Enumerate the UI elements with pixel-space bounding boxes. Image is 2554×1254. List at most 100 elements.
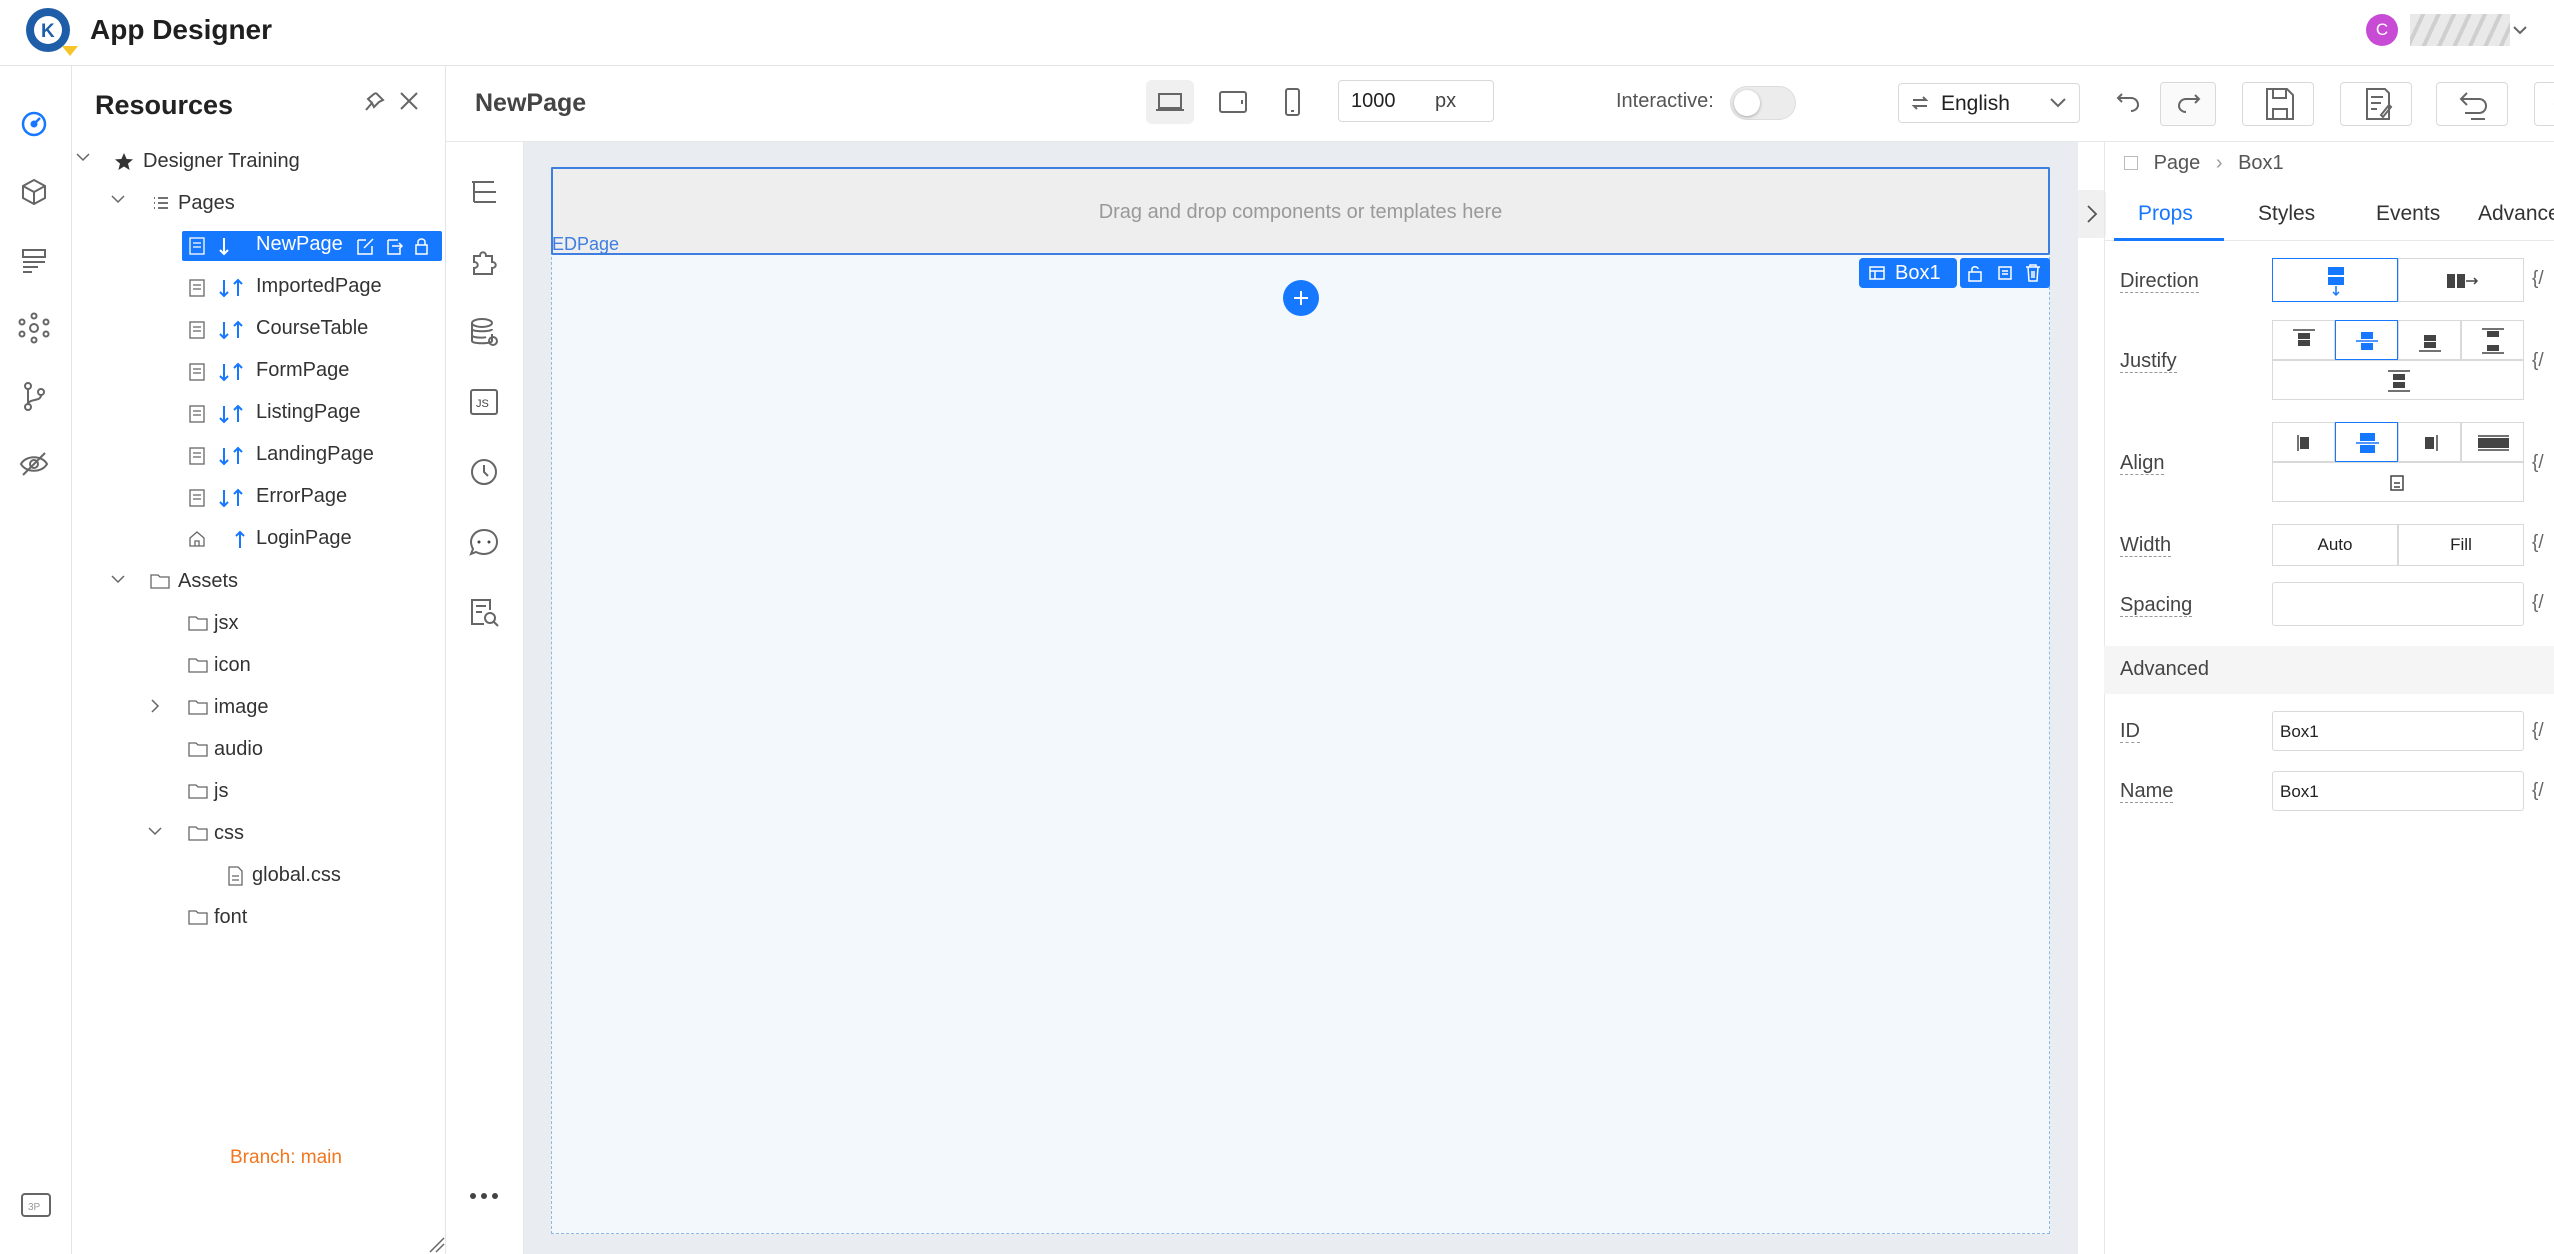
chat-bot-icon[interactable] <box>468 526 500 558</box>
cube-icon[interactable] <box>18 176 50 208</box>
expression-brace-icon[interactable]: {/ <box>2532 592 2544 614</box>
copy-icon[interactable] <box>1996 264 2014 282</box>
branch-icon[interactable] <box>18 380 50 412</box>
branch-label[interactable]: Branch: main <box>230 1147 342 1169</box>
box1-dropzone[interactable]: Drag and drop components or templates he… <box>551 167 2050 255</box>
page-sort-arrows-icon[interactable] <box>218 320 246 340</box>
expression-brace-icon[interactable]: {/ <box>2532 780 2544 802</box>
search-document-icon[interactable] <box>468 596 500 628</box>
tab-advance[interactable]: Advance <box>2478 202 2554 226</box>
justify-between-button[interactable] <box>2461 320 2524 360</box>
unlock-icon[interactable] <box>1966 264 1984 282</box>
name-input[interactable]: Box1 <box>2272 771 2524 811</box>
tree-page-newpage[interactable]: NewPage <box>256 233 343 256</box>
close-icon[interactable] <box>398 90 420 112</box>
page-sort-arrows-icon[interactable] <box>218 446 246 466</box>
tree-assets-folder[interactable]: Assets <box>178 570 238 593</box>
tree-asset-icon[interactable]: icon <box>214 654 251 677</box>
page-sort-arrows-icon[interactable] <box>218 488 246 508</box>
js-file-icon[interactable]: JS <box>468 386 500 418</box>
tree-asset-font[interactable]: font <box>214 906 247 929</box>
redo-button[interactable] <box>2160 82 2216 126</box>
expression-brace-icon[interactable]: {/ <box>2532 452 2544 474</box>
tree-asset-jsx[interactable]: jsx <box>214 612 238 635</box>
device-desktop-button[interactable] <box>1146 80 1194 124</box>
page-sort-arrows-icon[interactable] <box>234 530 246 550</box>
tree-asset-css[interactable]: css <box>214 822 244 845</box>
align-start-button[interactable] <box>2272 422 2335 462</box>
justify-end-button[interactable] <box>2398 320 2461 360</box>
justify-center-button[interactable] <box>2335 320 2398 360</box>
chevron-down-icon[interactable] <box>75 150 91 166</box>
chevron-down-icon[interactable] <box>110 572 126 588</box>
expression-brace-icon[interactable]: {/ <box>2532 532 2544 554</box>
tree-pages-folder[interactable]: Pages <box>178 192 235 215</box>
align-stretch-button[interactable] <box>2461 422 2524 462</box>
chevron-down-icon[interactable] <box>147 824 163 840</box>
dashboard-icon[interactable] <box>18 108 50 140</box>
chevron-down-icon[interactable] <box>2512 24 2528 36</box>
align-end-button[interactable] <box>2398 422 2461 462</box>
language-select[interactable]: English <box>1898 83 2080 123</box>
expression-brace-icon[interactable]: {/ <box>2532 350 2544 372</box>
edit-document-button[interactable] <box>2340 82 2412 126</box>
chevron-down-icon[interactable] <box>110 192 126 208</box>
page-sort-arrows-icon[interactable] <box>218 278 246 298</box>
chevron-right-icon[interactable] <box>147 698 163 714</box>
pin-icon[interactable] <box>362 90 386 114</box>
tree-page-landingpage[interactable]: LandingPage <box>256 443 374 466</box>
spacing-input[interactable] <box>2272 582 2524 626</box>
expression-brace-icon[interactable]: {/ <box>2532 268 2544 290</box>
align-center-button[interactable] <box>2335 422 2398 462</box>
collapse-panel-button[interactable] <box>2078 190 2106 238</box>
direction-vertical-button[interactable] <box>2272 258 2398 302</box>
database-icon[interactable] <box>468 316 500 348</box>
align-baseline-button[interactable] <box>2272 462 2524 502</box>
history-clock-icon[interactable] <box>468 456 500 488</box>
device-mobile-button[interactable] <box>1268 80 1316 124</box>
outline-tree-icon[interactable] <box>468 176 500 208</box>
resize-handle-icon[interactable] <box>426 1234 446 1254</box>
expression-brace-icon[interactable]: {/ <box>2532 720 2544 742</box>
tree-page-coursetable[interactable]: CourseTable <box>256 317 368 340</box>
device-tablet-button[interactable] <box>1208 80 1256 124</box>
network-icon[interactable] <box>18 312 50 344</box>
save-button[interactable] <box>2242 82 2314 126</box>
tree-page-importedpage[interactable]: ImportedPage <box>256 275 382 298</box>
tree-page-formpage[interactable]: FormPage <box>256 359 349 382</box>
page-canvas[interactable] <box>551 167 2050 1234</box>
direction-horizontal-button[interactable] <box>2398 258 2524 302</box>
list-icon[interactable] <box>18 244 50 276</box>
third-party-icon[interactable]: 3P <box>20 1192 52 1218</box>
page-sort-arrows-icon[interactable] <box>218 404 246 424</box>
width-auto-button[interactable]: Auto <box>2272 524 2398 566</box>
tab-events[interactable]: Events <box>2376 202 2440 226</box>
tab-props[interactable]: Props <box>2138 202 2193 226</box>
add-component-button[interactable] <box>1283 280 1319 316</box>
puzzle-icon[interactable] <box>468 246 500 278</box>
page-sort-arrows-icon[interactable] <box>218 362 246 382</box>
undo-icon[interactable] <box>2114 88 2142 114</box>
delete-icon[interactable] <box>2024 263 2042 283</box>
avatar[interactable]: C <box>2366 14 2398 46</box>
tab-styles[interactable]: Styles <box>2258 202 2315 226</box>
page-sort-arrows-icon[interactable] <box>218 236 246 256</box>
tree-file-global-css[interactable]: global.css <box>252 864 341 887</box>
tree-page-errorpage[interactable]: ErrorPage <box>256 485 347 508</box>
eye-off-icon[interactable] <box>18 448 50 480</box>
revert-button[interactable] <box>2436 82 2508 126</box>
tree-asset-audio[interactable]: audio <box>214 738 263 761</box>
tree-page-listingpage[interactable]: ListingPage <box>256 401 361 424</box>
breadcrumb-root[interactable]: Page <box>2154 152 2201 174</box>
user-name-redacted[interactable] <box>2410 14 2510 46</box>
more-icon[interactable] <box>468 1190 500 1202</box>
tree-asset-image[interactable]: image <box>214 696 268 719</box>
justify-around-button[interactable] <box>2272 360 2524 400</box>
tree-page-loginpage[interactable]: LoginPage <box>256 527 352 550</box>
preview-button[interactable] <box>2534 82 2554 126</box>
tree-root[interactable]: Designer Training <box>143 150 300 173</box>
interactive-toggle[interactable] <box>1730 86 1796 120</box>
width-fill-button[interactable]: Fill <box>2398 524 2524 566</box>
tree-asset-js[interactable]: js <box>214 780 228 803</box>
selected-component-tag[interactable]: Box1 <box>1859 258 1957 288</box>
